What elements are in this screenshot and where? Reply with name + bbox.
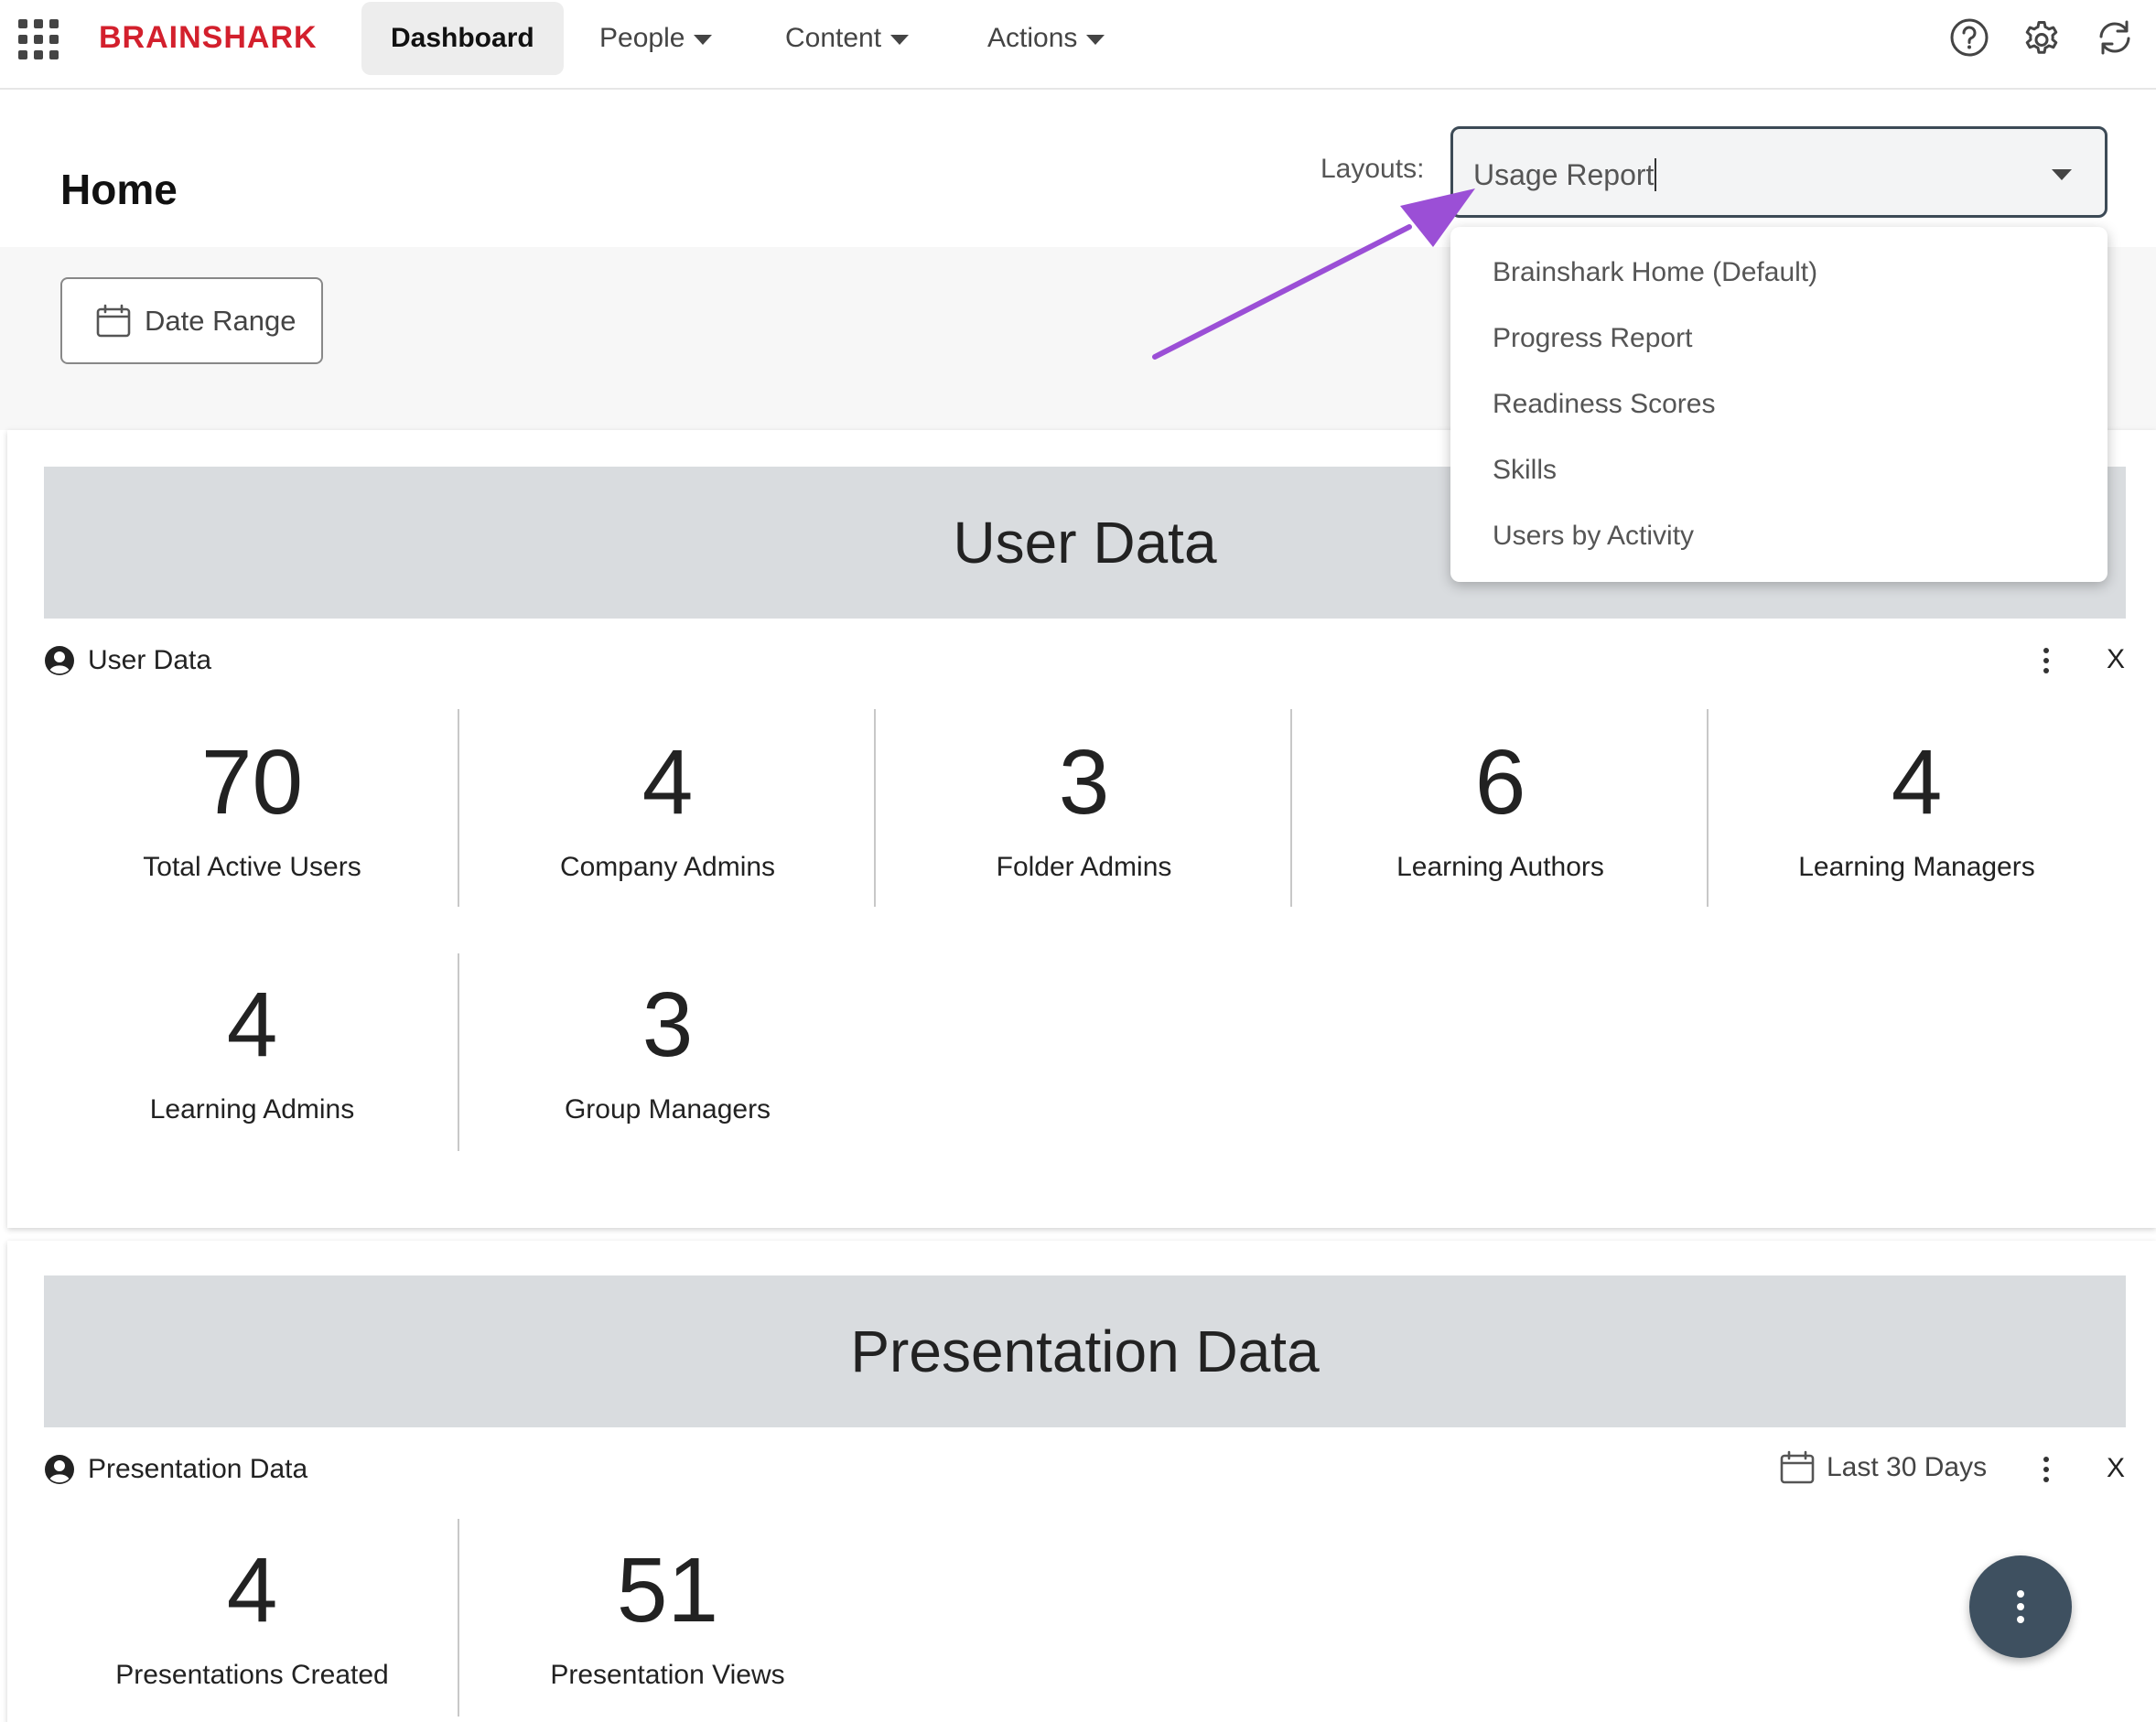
stat-label: Total Active Users: [143, 852, 361, 882]
calendar-icon: [1780, 1450, 1815, 1484]
stat-value: 51: [616, 1539, 719, 1641]
presentation-data-close-button[interactable]: X: [2107, 1453, 2125, 1484]
period-filter-button[interactable]: Last 30 Days: [1779, 1449, 1987, 1486]
layout-option-progress-report[interactable]: Progress Report: [1493, 323, 1692, 354]
nav-dashboard[interactable]: Dashboard: [361, 2, 564, 75]
presentation-data-card: Presentation Data Presentation Data Last…: [7, 1241, 2156, 1722]
chevron-down-icon: [1086, 34, 1105, 45]
layout-option-users-by-activity[interactable]: Users by Activity: [1493, 521, 1694, 552]
stat-value: 3: [1058, 731, 1110, 834]
stat-label: Presentations Created: [115, 1660, 389, 1690]
stat-group-managers: 3 Group Managers: [459, 979, 876, 1125]
nav-content[interactable]: Content: [785, 2, 910, 75]
chevron-down-icon: [694, 34, 713, 45]
presentation-data-menu-button[interactable]: [2032, 1451, 2060, 1488]
stat-presentation-views: 51 Presentation Views: [459, 1544, 876, 1691]
person-circle-icon: [45, 1455, 74, 1484]
nav-people-label: People: [599, 23, 685, 53]
stat-label: Folder Admins: [996, 852, 1172, 882]
stat-total-active-users: 70 Total Active Users: [44, 737, 460, 883]
stat-company-admins: 4 Company Admins: [459, 737, 876, 883]
layout-dropdown-menu: Brainshark Home (Default) Progress Repor…: [1450, 227, 2107, 582]
sync-icon[interactable]: [2094, 16, 2136, 59]
stat-learning-managers: 4 Learning Managers: [1709, 737, 2125, 883]
stat-label: Learning Admins: [149, 1094, 355, 1125]
layouts-label: Layouts:: [1321, 154, 1425, 184]
page-title: Home: [60, 166, 178, 213]
stat-value: 3: [641, 974, 694, 1076]
chevron-down-icon: [890, 34, 910, 45]
date-range-label: Date Range: [145, 304, 296, 337]
user-data-widget-header: User Data: [44, 638, 2130, 683]
calendar-icon: [96, 304, 131, 337]
user-data-widget-title: User Data: [88, 645, 212, 675]
stat-label: Presentation Views: [550, 1660, 785, 1690]
stat-value: 70: [200, 731, 304, 834]
stat-value: 4: [226, 974, 278, 1076]
layout-option-skills[interactable]: Skills: [1493, 455, 1557, 486]
person-circle-icon: [45, 646, 74, 675]
chevron-down-icon[interactable]: [2052, 169, 2072, 180]
stat-value: 4: [1891, 731, 1943, 834]
layout-select-input[interactable]: Usage Report: [1450, 126, 2107, 218]
help-icon[interactable]: [1948, 16, 1990, 59]
nav-actions-label: Actions: [987, 23, 1078, 53]
stat-label: Learning Authors: [1396, 852, 1604, 882]
stat-learning-admins: 4 Learning Admins: [44, 979, 460, 1125]
presentation-data-banner: Presentation Data: [44, 1275, 2126, 1427]
floating-actions-button[interactable]: [1969, 1555, 2072, 1658]
layout-select-value: Usage Report: [1473, 158, 1656, 192]
nav-actions[interactable]: Actions: [987, 2, 1105, 75]
period-filter-label: Last 30 Days: [1827, 1452, 1988, 1482]
stat-value: 4: [226, 1539, 278, 1641]
stat-label: Group Managers: [564, 1094, 771, 1125]
layout-option-readiness-scores[interactable]: Readiness Scores: [1493, 389, 1715, 420]
stat-learning-authors: 6 Learning Authors: [1292, 737, 1709, 883]
date-range-button[interactable]: Date Range: [60, 277, 323, 364]
stat-label: Learning Managers: [1798, 852, 2035, 882]
layout-option-brainshark-home[interactable]: Brainshark Home (Default): [1493, 257, 1817, 288]
user-data-close-button[interactable]: X: [2107, 644, 2125, 675]
stat-presentations-created: 4 Presentations Created: [44, 1544, 460, 1691]
presentation-data-widget-title: Presentation Data: [88, 1454, 308, 1484]
gear-icon[interactable]: [2021, 16, 2063, 59]
stat-value: 4: [641, 731, 694, 834]
stat-folder-admins: 3 Folder Admins: [876, 737, 1292, 883]
brainshark-logo[interactable]: BRAINSHARK: [99, 20, 318, 56]
top-navigation: BRAINSHARK Dashboard People Content Acti…: [0, 0, 2156, 90]
apps-grid-icon[interactable]: [18, 19, 59, 59]
stat-value: 6: [1474, 731, 1526, 834]
nav-dashboard-label: Dashboard: [391, 23, 534, 53]
nav-content-label: Content: [785, 23, 882, 53]
nav-people[interactable]: People: [599, 2, 713, 75]
user-data-menu-button[interactable]: [2032, 642, 2060, 679]
stat-label: Company Admins: [559, 852, 776, 882]
